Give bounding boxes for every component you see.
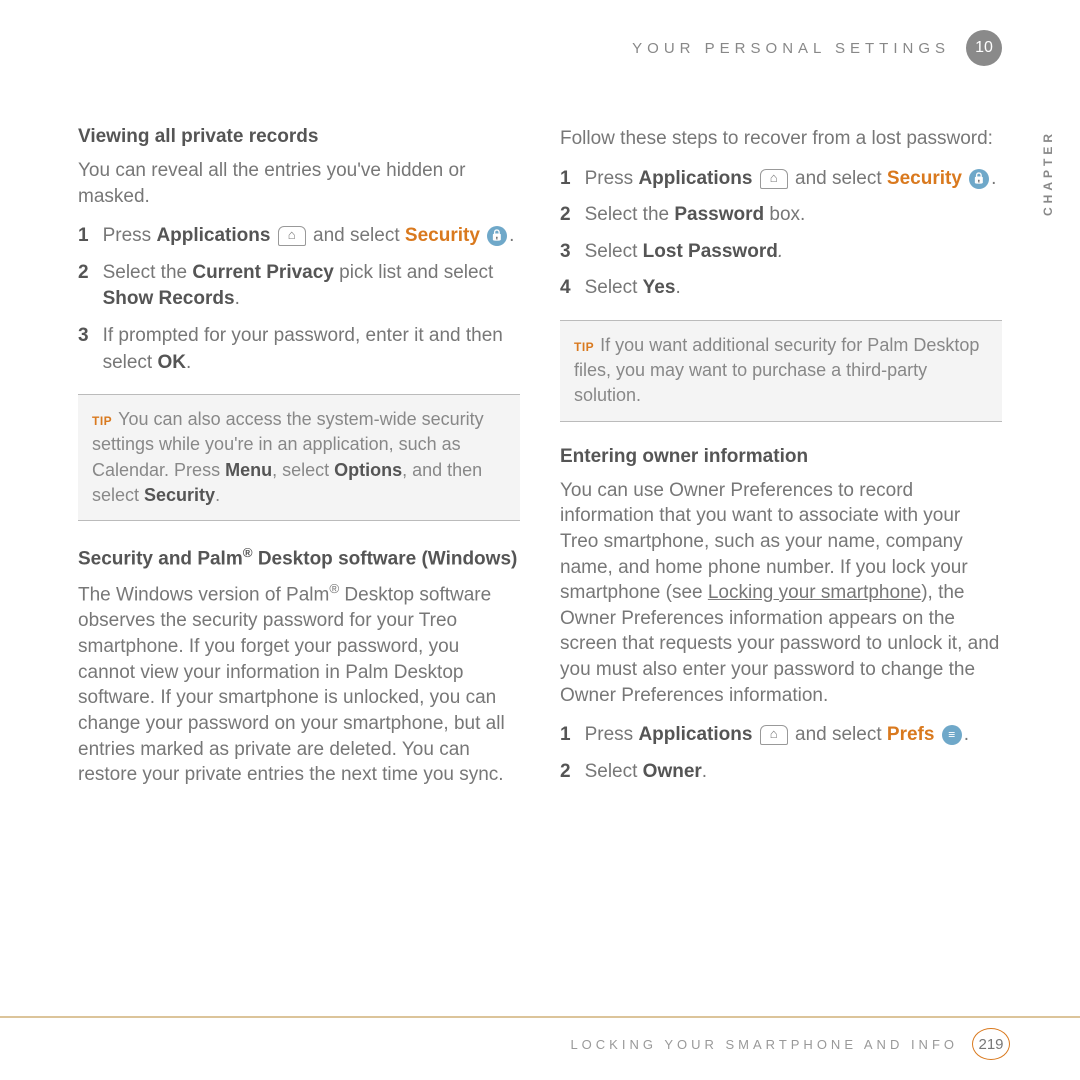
label-security: Security [887,168,962,189]
label-applications: Applications [156,225,270,246]
label-menu: Menu [225,460,272,480]
step-text: box. [764,204,805,225]
home-icon [278,226,306,246]
steps-owner-information: 1 Press Applications and select Prefs . … [560,722,1002,785]
label-password: Password [674,204,764,225]
tip-text: . [215,485,220,505]
lock-icon [487,226,507,246]
heading-security-palm-desktop: Security and Palm® Desktop software (Win… [78,545,520,570]
step-number: 4 [560,275,571,302]
link-locking-smartphone[interactable]: Locking your smartphone [708,582,921,603]
step-text: . [186,352,191,373]
tip-label: TIP [574,340,594,354]
home-icon [760,725,788,745]
step-text: Press [585,168,639,189]
step-text: Select [585,277,643,298]
label-applications: Applications [638,168,752,189]
label-applications: Applications [638,724,752,745]
intro-viewing-private: You can reveal all the entries you've hi… [78,158,520,209]
tip-box-security-settings: TIPYou can also access the system-wide s… [78,394,520,521]
step-number: 3 [560,239,571,266]
steps-viewing-private: 1 Press Applications and select Security… [78,223,520,376]
prefs-icon [942,725,962,745]
step-number: 3 [78,323,89,376]
tip-label: TIP [92,414,112,428]
header-title: YOUR PERSONAL SETTINGS [632,40,950,57]
label-owner: Owner [643,761,702,782]
label-lost-password: Lost Password [643,241,778,262]
page-number: 219 [972,1028,1010,1060]
step-text: Select [585,761,643,782]
step-text: and select [308,225,405,246]
label-ok: OK [158,352,187,373]
chapter-number-badge: 10 [966,30,1002,66]
step-text: Press [585,724,639,745]
page-footer: LOCKING YOUR SMARTPHONE AND INFO 219 [0,1016,1080,1060]
step-number: 2 [560,759,571,786]
step-text: . [509,225,514,246]
label-options: Options [334,460,402,480]
step-text: . [235,288,240,309]
home-icon [760,169,788,189]
chapter-side-label: CHAPTER [1041,130,1055,216]
step-text: . [702,761,707,782]
intro-recover-password: Follow these steps to recover from a los… [560,126,1002,152]
paragraph-palm-desktop: The Windows version of Palm® Desktop sof… [78,580,520,787]
paragraph-owner-information: You can use Owner Preferences to record … [560,478,1002,709]
label-prefs: Prefs [887,724,935,745]
step-number: 2 [560,202,571,229]
label-security: Security [144,485,215,505]
steps-recover-password: 1 Press Applications and select Security… [560,166,1002,302]
step-number: 1 [560,166,571,193]
right-column: Follow these steps to recover from a los… [560,126,1002,804]
label-yes: Yes [643,277,676,298]
tip-box-third-party: TIPIf you want additional security for P… [560,320,1002,422]
left-column: Viewing all private records You can reve… [78,126,520,804]
step-number: 1 [560,722,571,749]
step-text: Select the [585,204,675,225]
step-text: pick list and select [334,262,493,283]
step-text: . [964,724,969,745]
step-number: 1 [78,223,89,250]
step-number: 2 [78,260,89,313]
step-text: . [675,277,680,298]
label-current-privacy: Current Privacy [192,262,334,283]
tip-text: , select [272,460,334,480]
step-text: . [778,241,783,262]
step-text: Press [103,225,157,246]
step-text: Select [585,241,643,262]
lock-icon [969,169,989,189]
footer-section-label: LOCKING YOUR SMARTPHONE AND INFO [570,1037,958,1052]
heading-owner-information: Entering owner information [560,446,1002,468]
step-text: Select the [103,262,193,283]
heading-viewing-private: Viewing all private records [78,126,520,148]
label-security: Security [405,225,480,246]
step-text: and select [790,724,887,745]
step-text: and select [790,168,887,189]
label-show-records: Show Records [103,288,235,309]
tip-text: If you want additional security for Palm… [574,335,979,405]
step-text: . [991,168,996,189]
